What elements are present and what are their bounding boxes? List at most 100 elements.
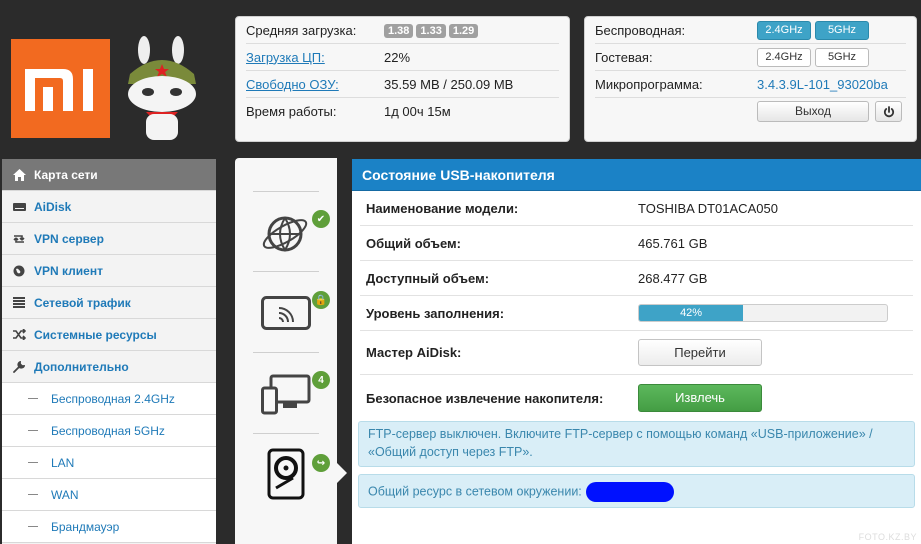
sidebar-item-resources[interactable]: Системные ресурсы <box>2 319 216 351</box>
retweet-icon <box>12 233 26 245</box>
radio-status-panel: Беспроводная: 2.4GHz 5GHz Гостевая: 2.4G… <box>584 16 917 142</box>
sidebar-subitem-firewall[interactable]: Брандмауэр <box>2 511 216 543</box>
internet-globe-icon[interactable] <box>259 208 311 263</box>
total-label: Общий объем: <box>366 235 461 251</box>
aidisk-go-button[interactable]: Перейти <box>638 339 762 366</box>
load-5min-badge: 1.33 <box>416 24 446 38</box>
guest-row: Гостевая: 2.4GHz 5GHz <box>595 44 906 71</box>
sidebar-item-vpn-client[interactable]: VPN клиент <box>2 255 216 287</box>
eject-row: Безопасное извлечение накопителя: Извлеч… <box>360 375 913 421</box>
sidebar-subitem-label: LAN <box>51 455 75 470</box>
cpu-value: 22% <box>384 49 411 65</box>
disk-icon <box>12 201 26 213</box>
uptime-label: Время работы: <box>246 104 337 119</box>
firmware-label: Микропрограмма: <box>595 76 703 92</box>
sidebar-item-traffic[interactable]: Сетевой трафик <box>2 287 216 319</box>
clients-devices-icon[interactable] <box>261 374 311 419</box>
sidebar-item-label: VPN сервер <box>34 231 104 246</box>
list-icon <box>12 297 26 308</box>
model-label: Наименование модели: <box>366 200 519 216</box>
usage-progress-bar: 42% <box>638 304 888 322</box>
internet-ok-icon: ✔ <box>312 210 330 228</box>
logout-button[interactable]: Выход <box>757 101 869 122</box>
uptime-value: 1д 00ч 15м <box>384 104 451 119</box>
sidebar-item-label: Карта сети <box>34 167 98 182</box>
sidebar-subitem-lan[interactable]: LAN <box>2 447 216 479</box>
usb-status-panel: Состояние USB-накопителя Наименование мо… <box>352 159 921 544</box>
wireless-lock-icon: 🔒 <box>312 291 330 309</box>
eject-label: Безопасное извлечение накопителя: <box>366 390 604 406</box>
load-label: Средняя загрузка: <box>246 22 357 38</box>
sidebar-item-vpn-server[interactable]: VPN сервер <box>2 223 216 255</box>
ram-link[interactable]: Свободно ОЗУ: <box>246 77 384 92</box>
wireless-5ghz-button[interactable]: 5GHz <box>815 20 869 40</box>
load-1min-badge: 1.38 <box>384 24 414 38</box>
sidebar-subitem-wireless-24[interactable]: Беспроводная 2.4GHz <box>2 383 216 415</box>
aidisk-row: Мастер AiDisk: Перейти <box>360 331 913 375</box>
mascot-bunny-icon <box>116 36 208 144</box>
wireless-row: Беспроводная: 2.4GHz 5GHz <box>595 17 906 44</box>
mi-logo <box>11 39 110 138</box>
sidebar-subitem-wireless-5[interactable]: Беспроводная 5GHz <box>2 415 216 447</box>
total-row: Общий объем: 465.761 GB <box>360 226 913 261</box>
panel-title: Состояние USB-накопителя <box>352 159 921 191</box>
system-stats-panel: Средняя загрузка: 1.38 1.33 1.29 Загрузка … <box>235 16 570 142</box>
share-notice: Общий ресурс в сетевом окружении: <box>358 474 915 508</box>
usb-hdd-icon[interactable] <box>267 448 305 503</box>
sidebar-subitem-label: Беспроводная 5GHz <box>51 423 165 438</box>
firmware-link[interactable]: 3.4.3.9L-101_93020ba <box>757 77 888 92</box>
load-row: Средняя загрузка: 1.38 1.33 1.29 <box>246 17 559 44</box>
free-label: Доступный объем: <box>366 270 490 286</box>
home-icon <box>12 168 26 181</box>
sidebar-item-label: Системные ресурсы <box>34 327 157 342</box>
wireless-label: Беспроводная: <box>595 22 686 38</box>
usage-percent-text: 42% <box>680 307 703 319</box>
model-value: TOSHIBA DT01ACA050 <box>638 200 778 216</box>
logout-row: Выход <box>595 98 906 125</box>
sidebar-item-advanced[interactable]: Дополнительно <box>2 351 216 383</box>
power-icon <box>883 105 894 117</box>
wireless-24ghz-button[interactable]: 2.4GHz <box>757 20 811 40</box>
wireless-tablet-icon[interactable] <box>261 296 311 333</box>
model-row: Наименование модели: TOSHIBA DT01ACA050 <box>360 191 913 226</box>
sidebar-item-label: VPN клиент <box>34 263 103 278</box>
shuffle-icon <box>12 329 26 340</box>
sidebar-subitem-label: Брандмауэр <box>51 519 120 534</box>
eject-button[interactable]: Извлечь <box>638 384 762 412</box>
aidisk-label: Мастер AiDisk: <box>366 345 462 360</box>
cpu-row: Загрузка ЦП: 22% <box>246 44 559 71</box>
redacted-blot <box>585 482 674 502</box>
guest-24ghz-button[interactable]: 2.4GHz <box>757 47 811 67</box>
power-button[interactable] <box>875 101 902 122</box>
sidebar-item-label: Дополнительно <box>34 359 129 374</box>
share-notice-text: Общий ресурс в сетевом окружении: <box>368 484 582 499</box>
sidebar-subitem-wan[interactable]: WAN <box>2 479 216 511</box>
cpu-link[interactable]: Загрузка ЦП: <box>246 50 384 65</box>
free-value: 268.477 GB <box>638 270 708 286</box>
free-row: Доступный объем: 268.477 GB <box>360 261 913 296</box>
ftp-notice: FTP-сервер выключен. Включите FTP-сервер… <box>358 421 915 467</box>
sidebar-subitem-label: WAN <box>51 487 79 502</box>
selected-pointer-icon <box>337 463 347 483</box>
guest-label: Гостевая: <box>595 49 653 65</box>
watermark: FOTO.KZ.BY <box>858 532 917 542</box>
sidebar-item-label: Сетевой трафик <box>34 295 131 310</box>
ram-value: 35.59 MB / 250.09 MB <box>384 76 514 92</box>
sidebar-item-aidisk[interactable]: AiDisk <box>2 191 216 223</box>
uptime-row: Время работы: 1д 00ч 15м <box>246 98 559 125</box>
wrench-icon <box>12 360 26 373</box>
sidebar-item-label: AiDisk <box>34 199 72 214</box>
sidebar-subitem-label: Беспроводная 2.4GHz <box>51 391 175 406</box>
total-value: 465.761 GB <box>638 235 708 251</box>
usage-row: Уровень заполнения: 42% <box>360 296 913 331</box>
sidebar-nav: Карта сети AiDisk VPN сервер VPN клиент … <box>2 159 216 544</box>
firmware-row: Микропрограмма: 3.4.3.9L-101_93020ba <box>595 71 906 98</box>
usage-label: Уровень заполнения: <box>366 305 505 321</box>
usb-eject-icon: ↪ <box>312 454 330 472</box>
guest-5ghz-button[interactable]: 5GHz <box>815 47 869 67</box>
globe-icon <box>12 265 26 277</box>
sidebar-item-network-map[interactable]: Карта сети <box>2 159 216 191</box>
load-15min-badge: 1.29 <box>448 24 479 38</box>
ram-row: Свободно ОЗУ: 35.59 MB / 250.09 MB <box>246 71 559 98</box>
network-map-column: ✔ 🔒 4 ↪ <box>235 158 337 544</box>
